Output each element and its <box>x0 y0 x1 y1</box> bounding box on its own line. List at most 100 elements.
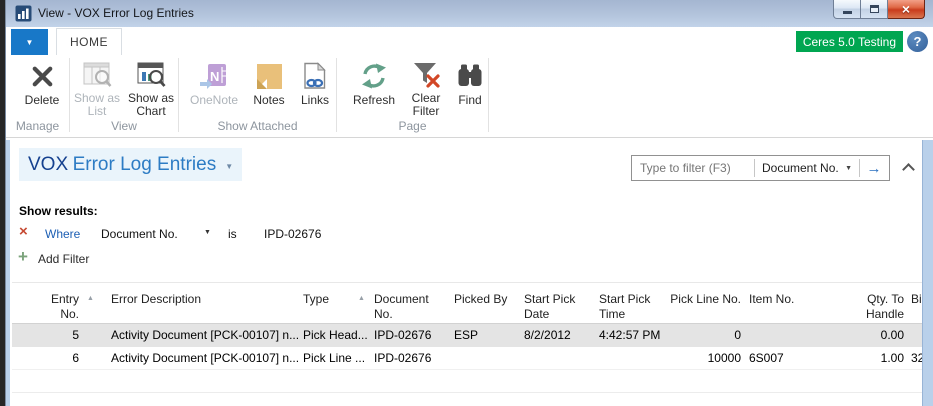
find-binoculars-icon <box>456 63 484 89</box>
column-header-type[interactable]: Type <box>303 292 365 307</box>
column-header-qty-to-handle[interactable]: Qty. To Handle <box>842 292 904 322</box>
table-row[interactable]: 6 Activity Document [PCK-00107] n... Pic… <box>12 347 922 370</box>
onenote-icon: N <box>199 63 229 90</box>
column-header-start-pick-time[interactable]: Start Pick Time <box>599 292 665 322</box>
collapse-filter-pane-button[interactable] <box>904 162 916 172</box>
cell-pick-line-no: 0 <box>666 328 741 342</box>
onenote-label: OneNote <box>190 94 238 107</box>
ribbon-separator <box>488 58 489 132</box>
help-button[interactable]: ? <box>907 31 928 52</box>
page-title[interactable]: VOX Error Log Entries ▼ <box>19 148 242 181</box>
links-icon <box>302 62 328 90</box>
help-icon: ? <box>914 34 922 49</box>
show-as-list-button: Show as List <box>72 58 122 118</box>
refresh-button[interactable]: Refresh <box>346 58 402 118</box>
cell-pick-line-no: 10000 <box>666 351 741 365</box>
show-as-list-label: Show as List <box>72 92 122 118</box>
column-header-bi[interactable]: Bi <box>911 292 922 307</box>
minimize-icon <box>843 11 852 14</box>
svg-text:N: N <box>210 69 219 84</box>
column-header-entry-no[interactable]: Entry No. <box>32 292 79 322</box>
remove-filter-x-icon: × <box>19 223 28 240</box>
show-as-chart-button[interactable]: Show as Chart <box>124 58 178 118</box>
column-header-pick-line-no[interactable]: Pick Line No. <box>666 292 741 307</box>
empty-table-row <box>12 394 922 406</box>
find-button[interactable]: Find <box>450 58 490 118</box>
links-label: Links <box>301 94 329 107</box>
maximize-button[interactable] <box>861 0 888 19</box>
filter-field-selector[interactable]: Document No. <box>101 227 178 241</box>
clear-filter-button[interactable]: Clear Filter <box>404 58 448 118</box>
apply-filter-button[interactable]: → <box>860 160 888 177</box>
ribbon-tab-row: ▼ HOME Ceres 5.0 Testing ? <box>6 27 933 55</box>
delete-x-icon <box>29 63 56 90</box>
delete-button-label: Delete <box>25 94 60 107</box>
close-button[interactable]: × <box>888 0 925 19</box>
sort-asc-icon: ▲ <box>358 295 365 302</box>
column-header-picked-by[interactable]: Picked By <box>454 292 518 307</box>
cell-item-no: 6S007 <box>749 351 834 365</box>
application-menu-button[interactable]: ▼ <box>11 29 48 55</box>
environment-badge-label: Ceres 5.0 Testing <box>803 35 896 49</box>
window-border-right <box>922 140 933 406</box>
group-label-manage: Manage <box>6 119 69 133</box>
links-button[interactable]: Links <box>294 58 336 118</box>
page-title-caret-icon: ▼ <box>225 162 233 171</box>
window-border-left <box>6 140 10 406</box>
cell-qty-to-handle: 0.00 <box>842 328 904 342</box>
cell-start-pick-time: 4:42:57 PM <box>599 328 665 342</box>
refresh-label: Refresh <box>353 94 395 107</box>
delete-button[interactable]: Delete <box>16 58 68 118</box>
cell-start-pick-date: 8/2/2012 <box>524 328 586 342</box>
cell-bi: 32- <box>911 351 922 365</box>
column-header-document-no[interactable]: Document No. <box>374 292 444 322</box>
show-as-chart-label: Show as Chart <box>124 92 178 118</box>
cell-entry-no: 6 <box>32 351 79 365</box>
title-bar: View - VOX Error Log Entries × <box>6 0 933 27</box>
remove-filter-button[interactable]: × <box>19 224 28 240</box>
notes-button[interactable]: Notes <box>246 58 292 118</box>
table-header: Entry No. ▲ Error Description Type ▲ Doc… <box>12 282 922 324</box>
environment-badge: Ceres 5.0 Testing <box>796 31 903 52</box>
add-filter-button[interactable]: Add Filter <box>38 252 89 266</box>
filter-search-input[interactable] <box>632 157 754 179</box>
filter-value[interactable]: IPD-02676 <box>264 227 321 241</box>
go-arrow-icon: → <box>867 160 882 177</box>
chart-view-icon <box>137 62 166 88</box>
group-label-view: View <box>70 119 178 133</box>
chevron-up-icon <box>902 163 915 176</box>
window-controls: × <box>833 0 925 19</box>
chevron-down-icon[interactable]: ▼ <box>204 229 211 236</box>
ribbon: Delete Show as List <box>6 55 933 138</box>
filter-search-box: Document No. ▼ → <box>631 155 890 181</box>
page-title-primary: VOX <box>28 154 68 175</box>
tab-home-label: HOME <box>70 35 108 49</box>
group-label-show-attached: Show Attached <box>179 119 336 133</box>
table-row[interactable]: 5 Activity Document [PCK-00107] n... Pic… <box>12 324 922 347</box>
cell-entry-no: 5 <box>32 328 79 342</box>
column-header-error-description[interactable]: Error Description <box>111 292 311 307</box>
cell-type: Pick Head... <box>303 328 365 342</box>
group-label-page: Page <box>337 119 488 133</box>
cell-document-no: IPD-02676 <box>374 328 444 342</box>
cell-document-no: IPD-02676 <box>374 351 444 365</box>
minimize-button[interactable] <box>833 0 861 19</box>
cell-picked-by: ESP <box>454 328 518 342</box>
filter-column-value: Document No. <box>762 161 839 175</box>
clear-filter-label: Clear Filter <box>404 92 448 118</box>
refresh-icon <box>359 61 389 91</box>
show-results-heading: Show results: <box>19 204 98 218</box>
app-menu-caret-icon: ▼ <box>26 38 34 47</box>
list-view-icon <box>83 62 112 88</box>
maximize-icon <box>870 5 879 13</box>
column-header-item-no[interactable]: Item No. <box>749 292 834 307</box>
filter-column-selector[interactable]: Document No. ▼ <box>755 161 859 175</box>
notes-sticky-icon <box>257 64 282 89</box>
sort-asc-icon: ▲ <box>87 295 94 302</box>
app-chart-icon <box>15 5 32 22</box>
column-header-start-pick-date[interactable]: Start Pick Date <box>524 292 586 322</box>
tab-home[interactable]: HOME <box>56 28 122 55</box>
cell-type: Pick Line ... <box>303 351 365 365</box>
filter-operator[interactable]: is <box>228 227 237 241</box>
filter-where-link[interactable]: Where <box>45 227 80 241</box>
